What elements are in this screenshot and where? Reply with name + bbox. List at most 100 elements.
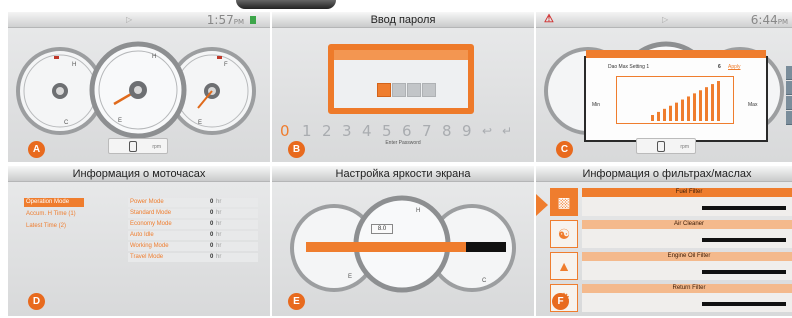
setting-chart-popup: Dao Max Setting 1 6 Apply Min Max: [584, 50, 768, 142]
top-strip: [0, 0, 792, 12]
svg-text:E: E: [348, 274, 352, 280]
status-bar: ⚠ ▷ 6:44PM: [536, 12, 792, 28]
level-bars-svg: [651, 81, 720, 121]
key-1[interactable]: 1: [302, 122, 312, 140]
side-menu-icon-2[interactable]: [786, 81, 792, 95]
level-bar-3: [663, 108, 666, 121]
level-bar-8: [693, 93, 696, 121]
password-cell-4: [422, 83, 436, 97]
key-9[interactable]: 9: [462, 122, 472, 140]
level-bar-1: [651, 115, 654, 121]
engine-warning-icon: ⚠: [544, 13, 554, 25]
filter-row-oil[interactable]: Engine Oil Filter: [582, 252, 792, 280]
mode-arrow-icon: ▷: [126, 15, 133, 24]
rpm-display: rpm: [108, 138, 168, 154]
enter-icon[interactable]: ↵: [502, 124, 512, 138]
brightness-slider-fill: [306, 242, 466, 252]
screen-title: Ввод пароля: [272, 12, 534, 28]
menu-item-accum-time[interactable]: Accum. H Time (1): [26, 210, 106, 219]
screen-title: Информация о фильтрах/маслах: [536, 166, 792, 182]
level-bar-5: [675, 102, 678, 121]
screen-title: Информация о моточасах: [8, 166, 270, 182]
chart-value: 6: [718, 64, 721, 70]
level-bar-7: [687, 96, 690, 121]
panel-brightness: Настройка яркости экрана H E C 8.0 E: [272, 166, 534, 316]
chart-max-label: Max: [748, 102, 758, 108]
filter-life-bar: [702, 302, 786, 306]
apply-button[interactable]: Apply: [728, 64, 741, 70]
key-5[interactable]: 5: [382, 122, 392, 140]
menu-item-operation-mode[interactable]: Operation Mode: [24, 198, 84, 207]
hours-row-travel: Travel Mode 0 hr: [128, 253, 258, 262]
label-c: C: [556, 141, 573, 158]
label-f: F: [552, 293, 569, 310]
svg-text:F: F: [224, 62, 228, 68]
camera-lens-fragment: [236, 0, 336, 9]
svg-text:C: C: [482, 278, 487, 284]
oil-filter-icon[interactable]: ▲: [550, 252, 578, 280]
hours-row-working: Working Mode 0 hr: [128, 242, 258, 251]
backspace-icon[interactable]: ↩: [482, 124, 492, 138]
rpm-icon: [657, 141, 665, 152]
key-6[interactable]: 6: [402, 122, 412, 140]
rpm-icon: [129, 141, 137, 152]
key-3[interactable]: 3: [342, 122, 352, 140]
fuel-filter-icon[interactable]: ▩: [550, 188, 578, 216]
key-4[interactable]: 4: [362, 122, 372, 140]
panel-main-display: ▷ 1:57PM H C F E H E rpm A: [8, 12, 270, 162]
level-bar-11: [711, 84, 714, 121]
air-cleaner-icon[interactable]: ☯: [550, 220, 578, 248]
level-bar-4: [669, 105, 672, 121]
battery-icon: [250, 16, 256, 24]
filter-row-return[interactable]: Return Filter: [582, 284, 792, 312]
level-bar-10: [705, 87, 708, 121]
panel-password-entry: Ввод пароля 0 1 2 3 4 5 6 7 8 9 ↩ ↵ Ente…: [272, 12, 534, 162]
key-7[interactable]: 7: [422, 122, 432, 140]
hours-row-auto-idle: Auto Idle 0 hr: [128, 231, 258, 240]
filter-name: Engine Oil Filter: [582, 252, 792, 261]
side-menu-icon-1[interactable]: [786, 66, 792, 80]
filter-life-bar: [702, 270, 786, 274]
panel-setting-chart: ⚠ ▷ 6:44PM Dao Max Setting 1 6 Apply Min…: [536, 12, 792, 162]
side-menu-icon-4[interactable]: [786, 111, 792, 125]
label-e: E: [288, 293, 305, 310]
key-8[interactable]: 8: [442, 122, 452, 140]
filter-life-bar: [702, 206, 786, 210]
svg-text:H: H: [416, 208, 420, 214]
key-0[interactable]: 0: [280, 122, 290, 140]
mode-arrow-icon: ▷: [662, 15, 669, 24]
password-cell-1: [377, 83, 391, 97]
digit-keypad: 0 1 2 3 4 5 6 7 8 9 ↩ ↵: [280, 122, 530, 140]
status-bar: ▷ 1:57PM: [8, 12, 270, 28]
level-bars: [616, 76, 734, 124]
filter-row-fuel[interactable]: Fuel Filter: [582, 188, 792, 216]
temperature-gauge: H C: [16, 47, 104, 135]
brightness-slider[interactable]: [306, 242, 506, 252]
svg-text:E: E: [198, 120, 202, 126]
menu-item-latest-time[interactable]: Latest Time (2): [26, 222, 106, 231]
brightness-value: 8.0: [371, 224, 393, 234]
popup-header: [586, 50, 766, 58]
label-b: B: [288, 141, 305, 158]
side-menu-icon-3[interactable]: [786, 96, 792, 110]
key-2[interactable]: 2: [322, 122, 332, 140]
chart-title: Dao Max Setting 1: [608, 64, 650, 70]
svg-text:E: E: [118, 118, 122, 124]
rpm-gauge: H E: [89, 41, 187, 139]
hours-row-power: Power Mode 0 hr: [128, 198, 258, 207]
panel-engine-hours: Информация о моточасах Operation Mode Ac…: [8, 166, 270, 316]
filter-life-bar: [702, 238, 786, 242]
chart-min-label: Min: [592, 102, 601, 108]
filter-row-air[interactable]: Air Cleaner: [582, 220, 792, 248]
password-hint: Enter Password: [385, 140, 421, 146]
selection-arrow-icon: [536, 194, 548, 216]
clock: 6:44PM: [750, 13, 788, 27]
svg-text:H: H: [152, 54, 156, 60]
password-cell-3: [407, 83, 421, 97]
level-bar-12: [717, 81, 720, 121]
filter-name: Air Cleaner: [582, 220, 792, 229]
filter-name: Return Filter: [582, 284, 792, 293]
password-cells: [377, 83, 437, 102]
level-bar-6: [681, 99, 684, 121]
hours-row-economy: Economy Mode 0 hr: [128, 220, 258, 229]
